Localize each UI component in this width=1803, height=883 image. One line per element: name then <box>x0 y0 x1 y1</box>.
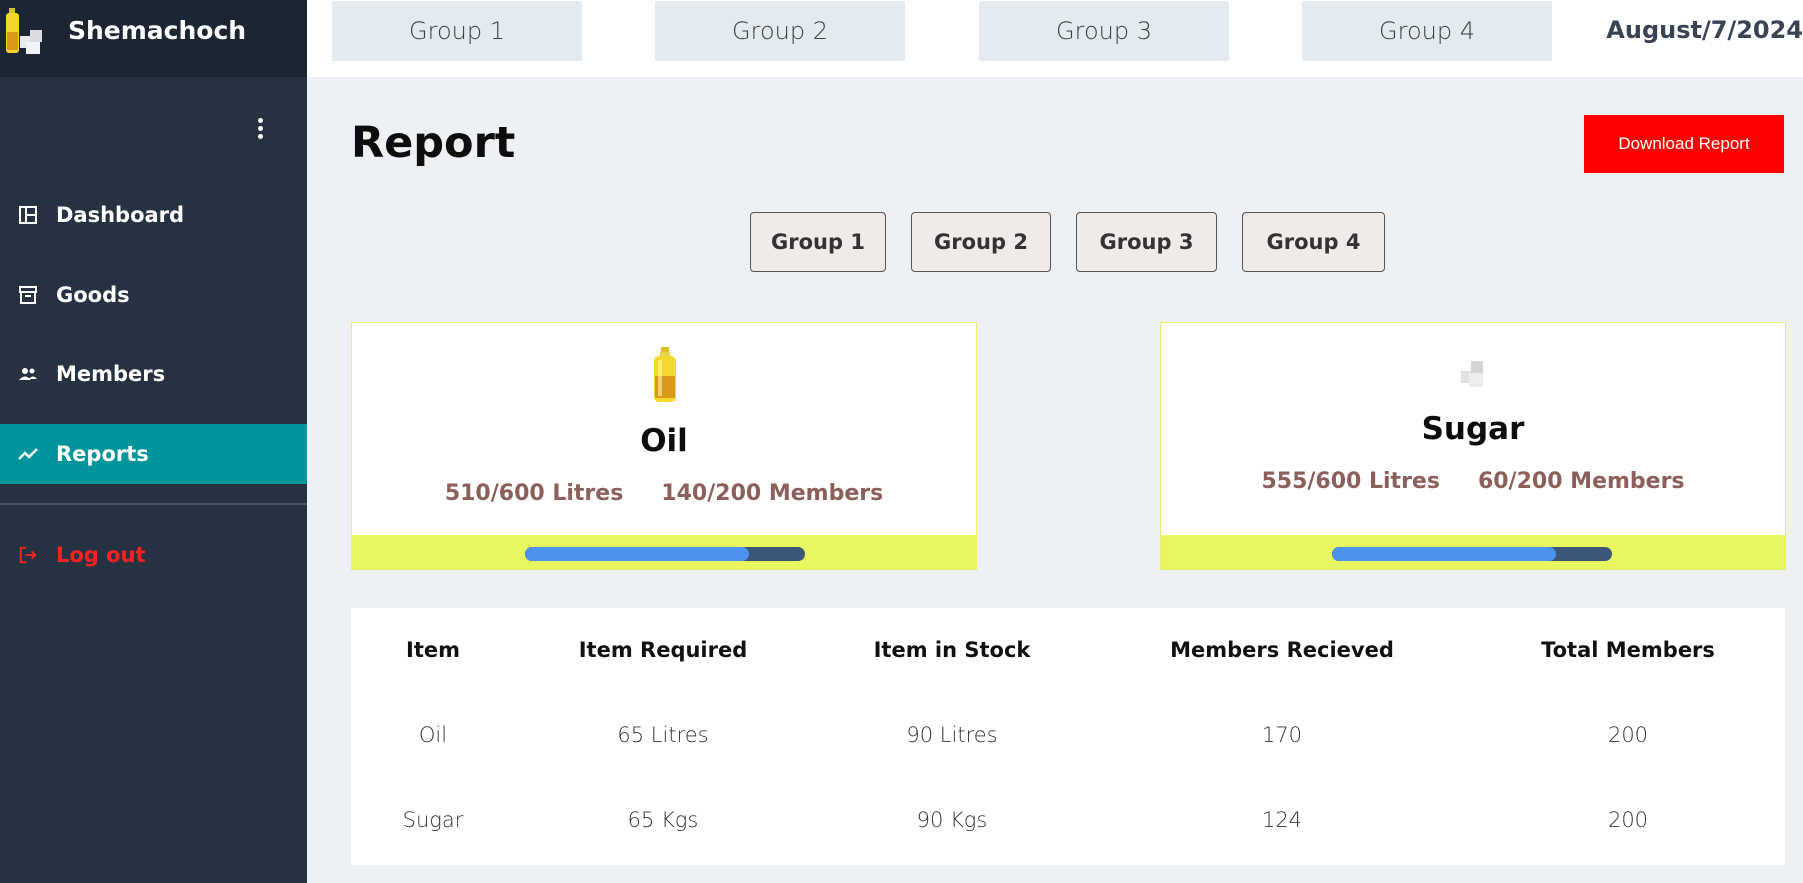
download-report-button[interactable]: Download Report <box>1584 115 1784 173</box>
progress-fill <box>525 547 749 561</box>
report-table: Item Item Required Item in Stock Members… <box>351 608 1785 865</box>
people-icon <box>18 364 38 384</box>
sidebar-divider <box>0 503 307 505</box>
filter-group-1-button[interactable]: Group 1 <box>750 212 886 272</box>
members-count: 140/200 Members <box>661 481 884 506</box>
logout-button[interactable]: Log out <box>0 525 307 585</box>
filter-group-2-button[interactable]: Group 2 <box>911 212 1051 272</box>
sidebar-item-label: Goods <box>56 283 130 307</box>
table-cell: 124 <box>1261 808 1303 832</box>
filter-group-3-button[interactable]: Group 3 <box>1076 212 1217 272</box>
top-group-tab-4[interactable]: Group 4 <box>1302 1 1552 61</box>
sidebar-item-goods[interactable]: Goods <box>0 265 307 325</box>
top-group-tab-2[interactable]: Group 2 <box>655 1 905 61</box>
filter-group-4-button[interactable]: Group 4 <box>1242 212 1385 272</box>
table-cell: 200 <box>1607 723 1649 747</box>
logout-label: Log out <box>56 543 146 567</box>
table-cell: 200 <box>1607 808 1649 832</box>
top-group-tab-1[interactable]: Group 1 <box>332 1 582 61</box>
table-cell: Sugar <box>402 808 464 832</box>
sidebar-item-members[interactable]: Members <box>0 344 307 404</box>
sugar-card: Sugar 555/600 Litres 60/200 Members <box>1160 322 1786 570</box>
brand-logo-icon <box>6 8 42 54</box>
sidebar-item-label: Reports <box>56 442 149 466</box>
members-count: 60/200 Members <box>1477 469 1685 494</box>
table-header-total-members: Total Members <box>1541 638 1715 662</box>
table-cell: 65 Kgs <box>627 808 699 832</box>
sidebar-item-label: Dashboard <box>56 203 185 227</box>
archive-icon <box>18 285 38 305</box>
oil-bottle-icon <box>654 347 676 402</box>
table-header-item: Item <box>406 638 460 662</box>
stock-amount: 555/600 Litres <box>1261 469 1440 494</box>
sidebar: Shemachoch Dashboard Goods Members Repor… <box>0 0 307 883</box>
sidebar-item-label: Members <box>56 362 166 386</box>
more-menu-icon[interactable] <box>254 118 266 144</box>
current-date: August/7/2024 <box>1606 16 1803 44</box>
table-cell: 90 Litres <box>906 723 998 747</box>
top-group-tab-3[interactable]: Group 3 <box>979 1 1229 61</box>
top-bar: Group 1 Group 2 Group 3 Group 4 August/7… <box>307 0 1803 77</box>
table-header-members-received: Members Recieved <box>1170 638 1394 662</box>
table-cell: 65 Litres <box>617 723 709 747</box>
oil-card: Oil 510/600 Litres 140/200 Members <box>351 322 977 570</box>
card-title: Sugar <box>1421 411 1525 447</box>
table-header-item-required: Item Required <box>578 638 748 662</box>
brand-name: Shemachoch <box>68 16 247 45</box>
table-header-item-in-stock: Item in Stock <box>873 638 1031 662</box>
stock-amount: 510/600 Litres <box>444 481 624 506</box>
sugar-cubes-icon <box>1461 361 1483 387</box>
brand-header: Shemachoch <box>0 0 307 77</box>
card-title: Oil <box>640 423 688 459</box>
logout-icon <box>18 545 38 565</box>
table-cell: 90 Kgs <box>916 808 988 832</box>
oil-progress-bar <box>525 547 805 561</box>
sidebar-item-reports[interactable]: Reports <box>0 424 307 484</box>
page-title: Report <box>351 118 516 168</box>
table-cell: Oil <box>418 723 448 747</box>
sidebar-item-dashboard[interactable]: Dashboard <box>0 185 307 245</box>
table-cell: 170 <box>1261 723 1303 747</box>
card-stats: 555/600 Litres 60/200 Members <box>1161 469 1785 494</box>
trend-icon <box>18 444 38 464</box>
card-stats: 510/600 Litres 140/200 Members <box>352 481 976 506</box>
progress-fill <box>1332 547 1556 561</box>
dashboard-icon <box>18 205 38 225</box>
sugar-progress-bar <box>1332 547 1612 561</box>
